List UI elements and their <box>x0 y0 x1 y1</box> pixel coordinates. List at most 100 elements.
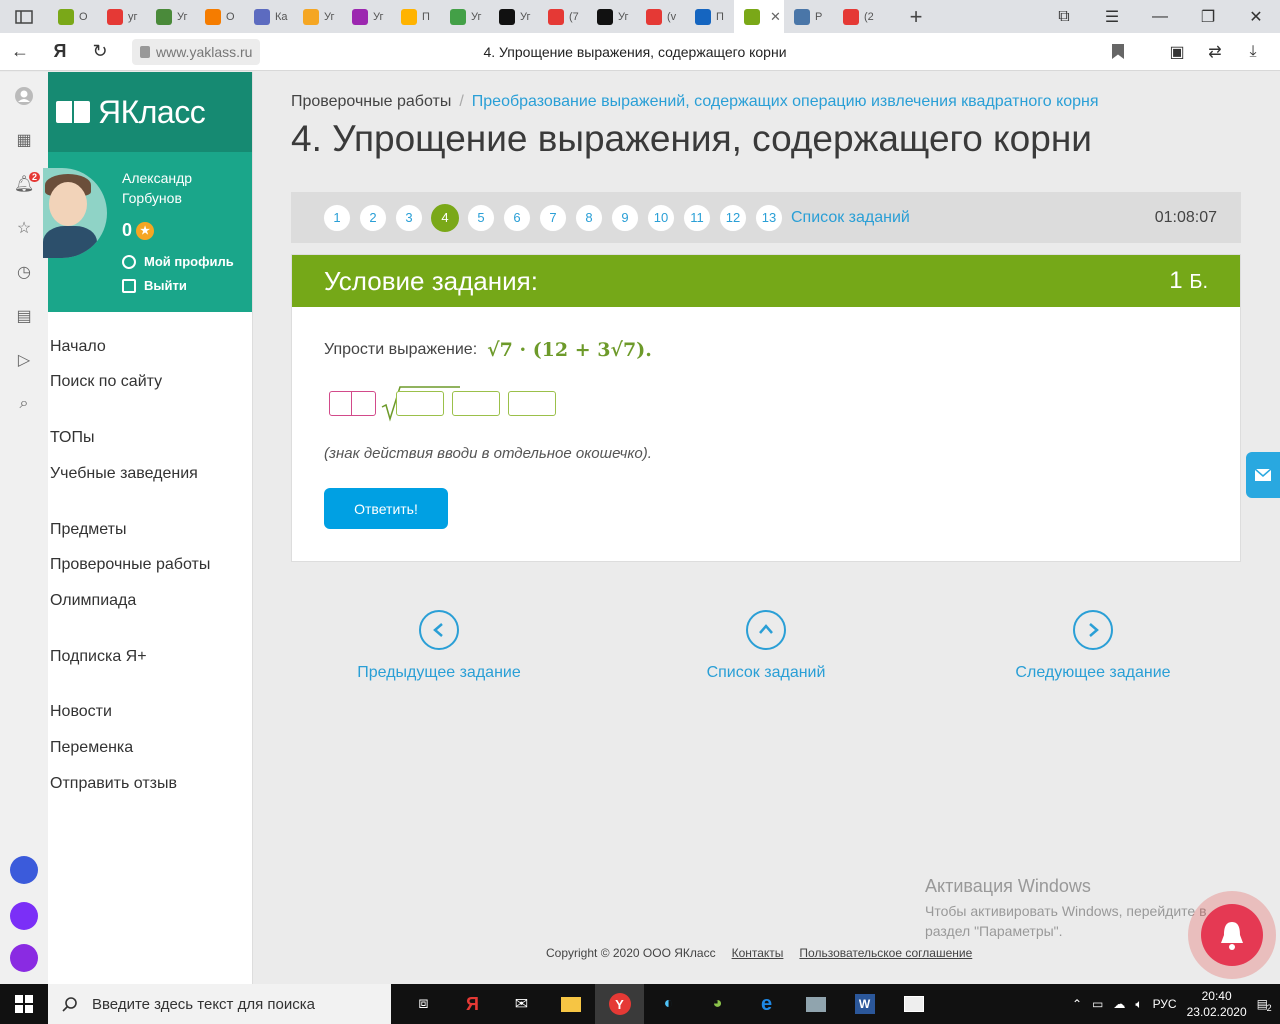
browser-tab[interactable]: (v <box>636 0 685 33</box>
windows-search-box[interactable]: Введите здесь текст для поиска <box>48 984 391 1024</box>
menu-item-subscription[interactable]: Подписка Я+ <box>50 648 147 666</box>
task-number-13[interactable]: 13 <box>755 203 783 232</box>
browser-tab[interactable]: уг <box>97 0 146 33</box>
task-number-6[interactable]: 6 <box>503 203 531 232</box>
paint-app-icon[interactable]: ◕ <box>693 984 742 1024</box>
new-tab-button[interactable]: + <box>896 4 936 30</box>
menu-item-break[interactable]: Переменка <box>50 739 133 757</box>
messenger-icon[interactable] <box>10 902 38 930</box>
image-viewer-icon[interactable] <box>791 984 840 1024</box>
profile-name[interactable]: Александр Горбунов <box>122 168 242 208</box>
tray-expand-icon[interactable]: ⌃ <box>1072 997 1082 1011</box>
answer-coefficient-input[interactable] <box>329 391 376 416</box>
apps-grid-icon[interactable]: ▦ <box>14 130 34 150</box>
task-list-nav-link[interactable]: Список заданий <box>666 610 866 682</box>
browser-tab[interactable]: Ка <box>244 0 293 33</box>
url-field[interactable]: www.yaklass.ru <box>132 38 261 65</box>
clock[interactable]: 20:40 23.02.2020 <box>1187 988 1247 1020</box>
notification-bell-widget[interactable] <box>1188 891 1276 979</box>
mail-feedback-icon[interactable] <box>1246 452 1280 498</box>
user-icon[interactable] <box>14 86 34 106</box>
menu-item-schools[interactable]: Учебные заведения <box>50 465 198 483</box>
prev-task-link[interactable]: Предыдущее задание <box>339 610 539 682</box>
network-icon[interactable]: ▭ <box>1092 997 1103 1011</box>
close-window-button[interactable]: ✕ <box>1232 0 1280 33</box>
menu-item-subjects[interactable]: Предметы <box>50 521 126 539</box>
restore-button[interactable]: ❐ <box>1184 0 1232 33</box>
action-center-icon[interactable]: ▤ 2 <box>1257 997 1272 1013</box>
browser-tab[interactable]: (7 <box>538 0 587 33</box>
task-number-11[interactable]: 11 <box>683 203 711 232</box>
history-clock-icon[interactable]: ◷ <box>14 262 34 282</box>
breadcrumb-tests[interactable]: Проверочные работы <box>291 93 451 110</box>
browser-tab[interactable]: П <box>685 0 734 33</box>
collections-icon[interactable]: ▤ <box>14 306 34 326</box>
task-view-icon[interactable]: ⧈ <box>399 984 448 1024</box>
task-list-link[interactable]: Список заданий <box>791 209 910 227</box>
yandex-home-icon[interactable]: Я <box>40 33 80 71</box>
tab-manager-icon[interactable]: ⧉ <box>1040 0 1088 33</box>
browser-tab[interactable]: ✕ <box>734 0 784 33</box>
browser-tab[interactable]: Уг <box>342 0 391 33</box>
sidebar-toggle-icon[interactable] <box>0 0 48 33</box>
footer-contacts-link[interactable]: Контакты <box>732 946 784 960</box>
avatar[interactable] <box>43 168 107 258</box>
browser-tab[interactable]: Уг <box>146 0 195 33</box>
next-task-link[interactable]: Следующее задание <box>993 610 1193 682</box>
file-explorer-icon[interactable] <box>546 984 595 1024</box>
tab-close-icon[interactable]: ✕ <box>770 9 781 25</box>
photos-app-icon[interactable] <box>889 984 938 1024</box>
task-number-9[interactable]: 9 <box>611 203 639 232</box>
browser-tab[interactable]: Р <box>784 0 833 33</box>
answer-term-input[interactable] <box>508 391 556 416</box>
onedrive-icon[interactable]: ☁ <box>1113 997 1125 1011</box>
assistant-icon[interactable] <box>10 944 38 972</box>
favorites-star-icon[interactable]: ☆ <box>14 218 34 238</box>
downloads-icon[interactable]: ⤓ <box>1242 41 1264 63</box>
menu-item-tops[interactable]: ТОПы <box>50 429 95 447</box>
footer-agreement-link[interactable]: Пользовательское соглашение <box>799 946 972 960</box>
menu-item-home[interactable]: Начало <box>50 338 106 356</box>
browser-tab[interactable]: Уг <box>440 0 489 33</box>
task-number-10[interactable]: 10 <box>647 203 675 232</box>
extension-icon[interactable]: ▣ <box>1166 41 1188 63</box>
language-indicator[interactable]: РУС <box>1153 997 1177 1011</box>
browser-tab[interactable]: О <box>48 0 97 33</box>
task-number-12[interactable]: 12 <box>719 203 747 232</box>
task-number-3[interactable]: 3 <box>395 203 423 232</box>
menu-item-search[interactable]: Поиск по сайту <box>50 373 162 391</box>
word-app-icon[interactable]: W <box>840 984 889 1024</box>
menu-item-feedback[interactable]: Отправить отзыв <box>50 775 177 793</box>
media-app-icon[interactable]: ◐ <box>644 984 693 1024</box>
back-button[interactable]: ← <box>0 33 40 71</box>
yandex-app-icon[interactable]: Я <box>448 984 497 1024</box>
my-profile-link[interactable]: Мой профиль <box>122 254 234 269</box>
browser-tab[interactable]: П <box>391 0 440 33</box>
browser-menu-icon[interactable]: ☰ <box>1088 0 1136 33</box>
alice-icon[interactable] <box>10 856 38 884</box>
task-number-2[interactable]: 2 <box>359 203 387 232</box>
breadcrumb-topic-link[interactable]: Преобразование выражений, содержащих опе… <box>472 93 1099 110</box>
bookmark-icon[interactable] <box>1112 44 1124 59</box>
logout-link[interactable]: Выйти <box>122 278 187 293</box>
minimize-button[interactable]: — <box>1136 0 1184 33</box>
task-number-5[interactable]: 5 <box>467 203 495 232</box>
browser-tab[interactable]: О <box>195 0 244 33</box>
yandex-browser-icon[interactable]: Y <box>595 984 644 1024</box>
task-number-4[interactable]: 4 <box>431 203 459 232</box>
answer-operator-input[interactable] <box>452 391 500 416</box>
menu-item-olympiad[interactable]: Олимпиада <box>50 592 136 610</box>
answer-radicand-input[interactable] <box>396 391 444 416</box>
translate-icon[interactable]: ⇄ <box>1204 41 1226 63</box>
windows-start-icon[interactable] <box>0 984 48 1024</box>
site-logo[interactable]: ЯКласс <box>48 72 252 152</box>
mail-app-icon[interactable]: ✉ <box>497 984 546 1024</box>
task-number-1[interactable]: 1 <box>323 203 351 232</box>
browser-tab[interactable]: Уг <box>489 0 538 33</box>
browser-tab[interactable]: Уг <box>293 0 342 33</box>
task-number-7[interactable]: 7 <box>539 203 567 232</box>
volume-icon[interactable]: 🔈︎ <box>1135 997 1142 1012</box>
menu-item-tests[interactable]: Проверочные работы <box>50 556 210 574</box>
browser-tab[interactable]: (2 <box>833 0 882 33</box>
menu-item-news[interactable]: Новости <box>50 703 112 721</box>
